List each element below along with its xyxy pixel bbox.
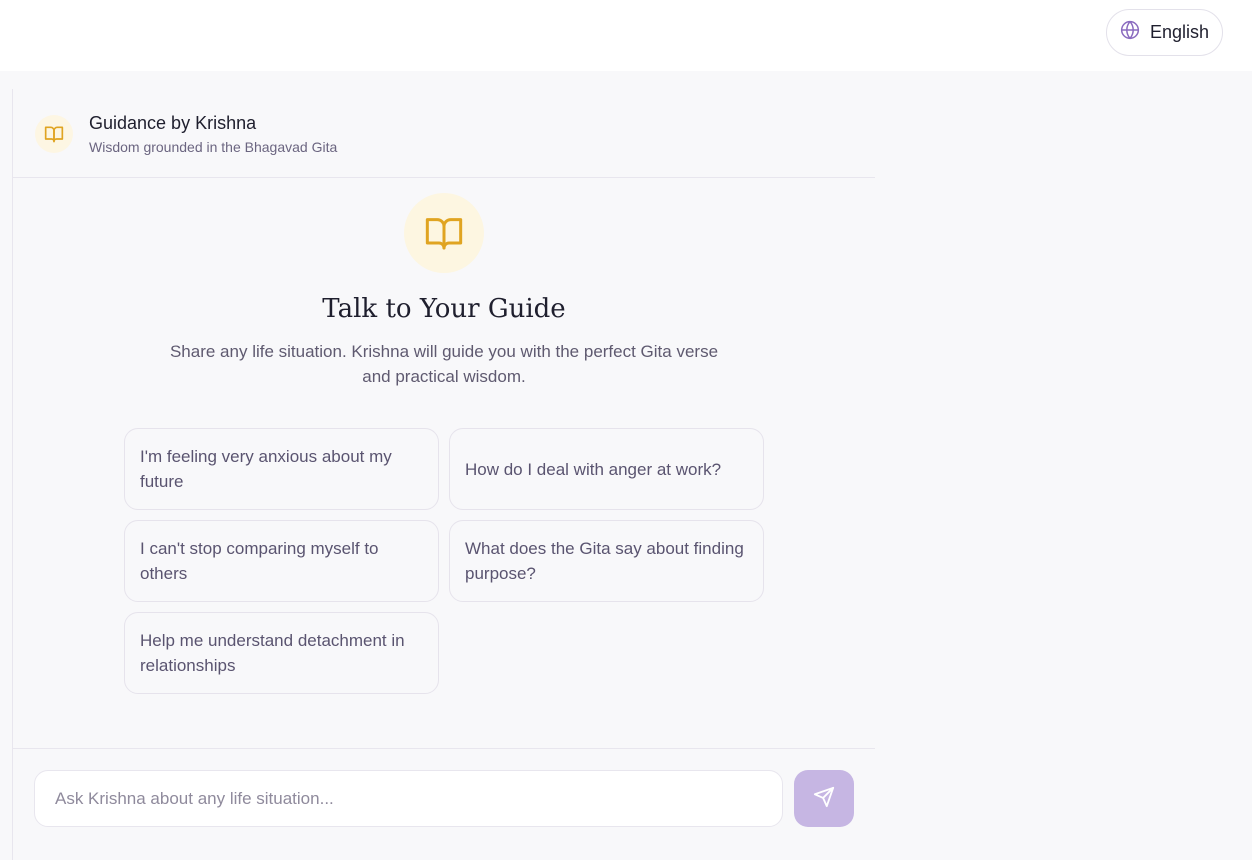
suggestion-chip[interactable]: Help me understand detachment in relatio… xyxy=(124,612,439,694)
composer xyxy=(13,748,875,860)
chat-header: Guidance by Krishna Wisdom grounded in t… xyxy=(13,89,875,178)
chat-title: Guidance by Krishna xyxy=(89,113,257,133)
send-icon xyxy=(813,786,835,811)
language-label: English xyxy=(1149,22,1210,42)
send-button[interactable] xyxy=(794,770,854,827)
suggestion-chip[interactable]: What does the Gita say about finding pur… xyxy=(449,520,764,602)
book-icon xyxy=(35,115,73,153)
globe-icon xyxy=(1120,20,1140,45)
top-bar: English xyxy=(0,0,1252,71)
suggestion-chip[interactable]: How do I deal with anger at work? xyxy=(449,428,764,510)
chat-panel: Guidance by Krishna Wisdom grounded in t… xyxy=(12,89,875,860)
hero-description: Share any life situation. Krishna will g… xyxy=(169,342,719,386)
hero-title: Talk to Your Guide xyxy=(322,294,566,324)
chat-subtitle: Wisdom grounded in the Bhagavad Gita xyxy=(89,139,338,155)
suggestion-chip[interactable]: I'm feeling very anxious about my future xyxy=(124,428,439,510)
book-open-icon xyxy=(404,193,484,273)
suggestion-chip[interactable]: I can't stop comparing myself to others xyxy=(124,520,439,602)
chat-input[interactable] xyxy=(34,770,783,827)
language-selector-button[interactable]: English xyxy=(1106,9,1223,56)
